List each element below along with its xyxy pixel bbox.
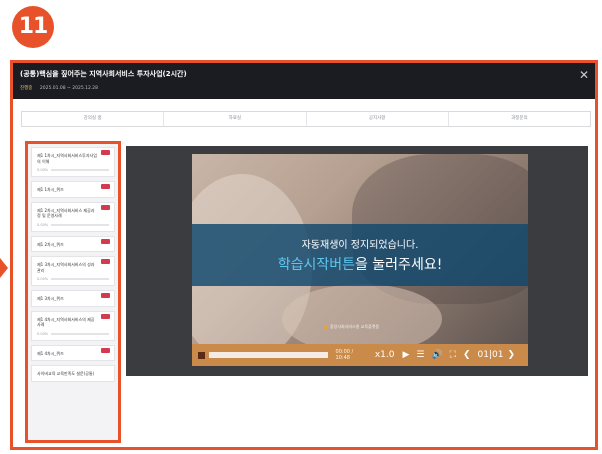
lesson-tag-icon bbox=[101, 259, 110, 264]
lesson-name: 제1 3차시_지역사회서비스의 성과관리 bbox=[37, 262, 95, 273]
lesson-item[interactable]: 제1 4차시_퀴즈 bbox=[31, 344, 115, 361]
lesson-progress-bar bbox=[51, 332, 109, 335]
prev-page-icon[interactable]: ❮ bbox=[463, 350, 471, 360]
notice-highlight: 학습시작버튼 bbox=[277, 257, 355, 273]
lesson-percent: 0.00% bbox=[37, 222, 49, 227]
tab-classroom-home[interactable]: 강의실 홈 bbox=[22, 112, 165, 126]
step-number-badge: 11 bbox=[12, 6, 54, 48]
page-indicator: 01|01 bbox=[477, 350, 504, 360]
lesson-progress-bar bbox=[51, 278, 109, 280]
lesson-progress: 0.00% bbox=[37, 332, 109, 336]
play-icon[interactable]: ▶ bbox=[402, 350, 409, 360]
lesson-name: 제1 1차시_지역사회서비스투자사업의 이해 bbox=[37, 153, 97, 164]
lesson-tag-icon bbox=[101, 204, 110, 210]
tab-inquiry[interactable]: 과정문의 bbox=[449, 112, 590, 126]
lesson-progress: 0.00% bbox=[37, 168, 109, 172]
course-tabs: 강의실 홈 자료실 공지사항 과정문의 bbox=[21, 111, 591, 127]
lesson-progress-bar bbox=[51, 169, 109, 171]
next-page-icon[interactable]: ❯ bbox=[507, 350, 515, 360]
lesson-percent: 0.00% bbox=[37, 331, 49, 336]
close-icon[interactable]: ✕ bbox=[579, 69, 589, 81]
lesson-item[interactable]: 제1 1차시_퀴즈 bbox=[31, 181, 115, 198]
lesson-name: 제1 3차시_퀴즈 bbox=[37, 296, 64, 301]
time-display: 00:00 / 10:48 bbox=[335, 349, 354, 361]
lesson-percent: 0.00% bbox=[37, 168, 49, 172]
lesson-item[interactable]: 제1 2차시_지역사회서비스 제공과정 및 운영사례 0.00% bbox=[31, 201, 115, 232]
notice-line-2: 학습시작버튼을 눌러주세요! bbox=[192, 254, 528, 274]
menu-icon[interactable]: ☰ bbox=[416, 350, 424, 360]
lesson-name: 제1 2차시_퀴즈 bbox=[37, 241, 64, 247]
fullscreen-icon[interactable]: ⛶ bbox=[450, 350, 456, 360]
lesson-item[interactable]: 제1 3차시_퀴즈 bbox=[31, 290, 115, 307]
course-meta: 진행중 2025.01.08 ~ 2025.12.28 bbox=[20, 85, 98, 91]
brand-text: 중앙사회서비스원 교육플랫폼 bbox=[330, 324, 380, 329]
notice-line-1: 자동재생이 정지되었습니다. bbox=[301, 240, 419, 251]
lesson-tag-icon bbox=[101, 150, 110, 155]
pointer-arrow-icon bbox=[0, 258, 8, 278]
lesson-name: 제1 4차시_퀴즈 bbox=[37, 350, 64, 356]
lesson-percent: 0.00% bbox=[37, 277, 49, 281]
lesson-tag-icon bbox=[101, 184, 110, 189]
lesson-tag-icon bbox=[101, 313, 110, 319]
lesson-tag-icon bbox=[101, 347, 110, 353]
lesson-list: 제1 1차시_지역사회서비스투자사업의 이해 0.00% 제1 1차시_퀴즈 제… bbox=[25, 141, 121, 443]
brand-watermark: 중앙사회서비스원 교육플랫폼 bbox=[324, 324, 379, 330]
brand-logo-icon bbox=[324, 325, 328, 329]
lesson-name: 제1 2차시_지역사회서비스 제공과정 및 운영사례 bbox=[37, 207, 95, 219]
course-period: 2025.01.08 ~ 2025.12.28 bbox=[39, 86, 99, 91]
lesson-item[interactable]: 제1 4차시_지역사회서비스의 제공사례 0.00% bbox=[31, 310, 115, 341]
lesson-item[interactable]: 사이버교육 교육만족도 설문(공통) bbox=[31, 365, 115, 382]
speed-button[interactable]: x1.0 bbox=[375, 350, 395, 360]
lesson-name: 제1 4차시_지역사회서비스의 제공사례 bbox=[37, 316, 95, 328]
lesson-name: 사이버교육 교육만족도 설문(공통) bbox=[37, 371, 95, 376]
video-player: 자동재생이 정지되었습니다. 학습시작버튼을 눌러주세요! 중앙사회서비스원 교… bbox=[126, 146, 588, 376]
tab-notices[interactable]: 공지사항 bbox=[307, 112, 449, 126]
lesson-item[interactable]: 제1 1차시_지역사회서비스투자사업의 이해 0.00% bbox=[31, 147, 115, 177]
seek-bar[interactable] bbox=[208, 352, 328, 358]
notice-rest: 을 눌러주세요! bbox=[354, 257, 443, 273]
lesson-tag-icon bbox=[101, 238, 110, 244]
lesson-name: 제1 1차시_퀴즈 bbox=[37, 187, 64, 192]
lesson-item[interactable]: 제1 3차시_지역사회서비스의 성과관리 0.00% bbox=[31, 256, 115, 286]
volume-icon[interactable]: 🔊 bbox=[431, 350, 442, 360]
course-title: (공통)핵심을 짚어주는 지역사회서비스 투자사업(2시간) bbox=[20, 70, 187, 78]
stop-icon[interactable] bbox=[198, 351, 205, 359]
lesson-progress: 0.00% bbox=[37, 277, 109, 281]
lesson-progress-bar bbox=[51, 223, 109, 226]
autoplay-stopped-notice: 자동재생이 정지되었습니다. 학습시작버튼을 눌러주세요! bbox=[192, 224, 528, 286]
lesson-progress: 0.00% bbox=[37, 223, 109, 227]
window-header: (공통)핵심을 짚어주는 지역사회서비스 투자사업(2시간) 진행중 2025.… bbox=[13, 63, 595, 99]
lesson-tag-icon bbox=[101, 293, 110, 298]
course-status: 진행중 bbox=[20, 86, 33, 91]
course-window: (공통)핵심을 짚어주는 지역사회서비스 투자사업(2시간) 진행중 2025.… bbox=[10, 60, 598, 450]
video-frame[interactable]: 자동재생이 정지되었습니다. 학습시작버튼을 눌러주세요! 중앙사회서비스원 교… bbox=[192, 154, 528, 344]
player-controls: 00:00 / 10:48 x1.0 ▶ ☰ 🔊 ⛶ ❮ 01|01 ❯ bbox=[192, 344, 528, 366]
tab-materials[interactable]: 자료실 bbox=[164, 112, 307, 126]
lesson-item[interactable]: 제1 2차시_퀴즈 bbox=[31, 235, 115, 252]
